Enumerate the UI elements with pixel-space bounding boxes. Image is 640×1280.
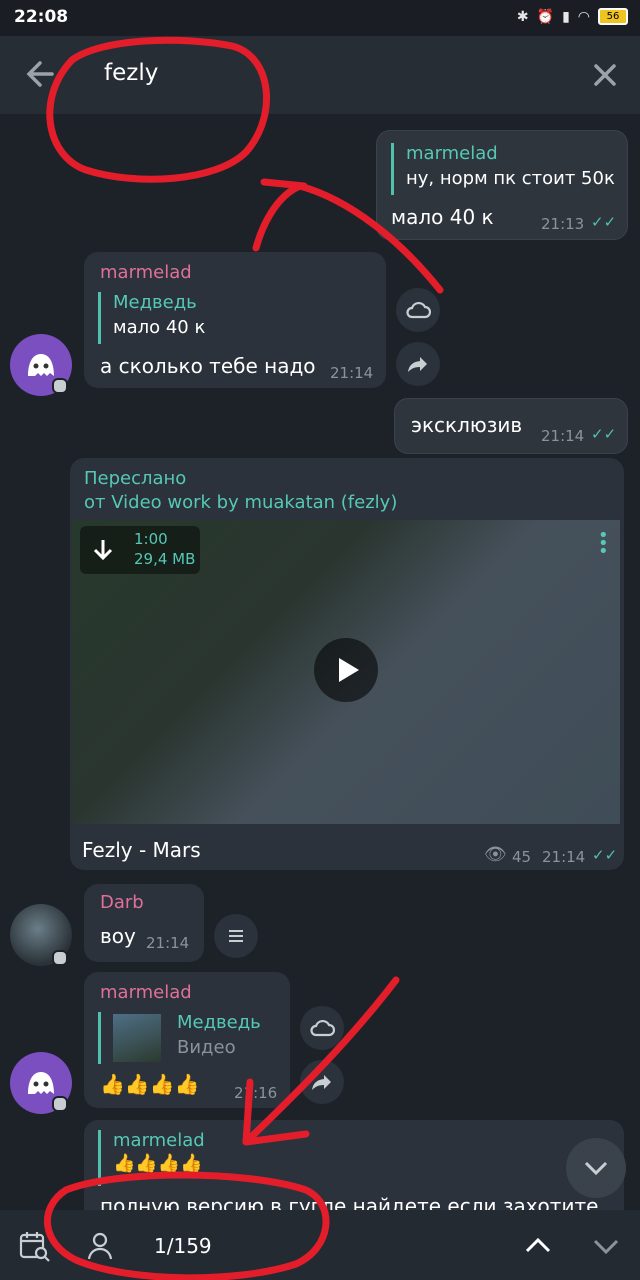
message-text: воу (100, 924, 136, 948)
online-status-dot (52, 1096, 68, 1112)
share-icon (408, 357, 427, 372)
close-icon[interactable] (590, 60, 620, 90)
search-input[interactable]: fezly (104, 60, 158, 86)
read-ticks-icon: ✓✓ (591, 425, 617, 443)
chevron-down-icon (584, 1161, 608, 1176)
reply-author: marmelad (113, 1130, 205, 1151)
wifi-icon: ◠ (577, 8, 590, 25)
reply-quote: Медведь мало 40 к (98, 292, 205, 344)
message-time: 21:14 (330, 364, 374, 382)
message-bubble-incoming[interactable]: marmelad Медведь мало 40 к а сколько теб… (84, 252, 386, 388)
reply-quote: marmelad ну, норм пк стоит 50к (391, 143, 615, 195)
reply-author: Медведь (177, 1012, 261, 1033)
more-options-icon[interactable]: • • • (598, 527, 609, 561)
message-text: а сколько тебе надо (100, 354, 316, 378)
message-time: 21:14 (146, 934, 190, 952)
view-count: 45 (512, 848, 532, 866)
read-ticks-icon: ✓✓ (591, 213, 617, 231)
message-time: 21:13 (541, 215, 585, 233)
video-size: 29,4 MB (134, 550, 196, 568)
search-result-counter: 1/159 (154, 1234, 212, 1258)
calendar-search-icon[interactable] (18, 1230, 50, 1262)
cloud-icon (406, 301, 431, 319)
message-author: marmelad (100, 982, 192, 1003)
reply-text: мало 40 к (113, 317, 206, 338)
message-bubble-incoming[interactable]: Darb воу 21:14 (84, 884, 204, 962)
message-time: 21:16 (234, 1084, 278, 1102)
chevron-up-icon[interactable] (524, 1236, 552, 1254)
download-badge[interactable]: 1:00 29,4 MB (80, 526, 200, 574)
reply-text: 👍👍👍👍 (113, 1153, 203, 1174)
forward-source[interactable]: от Video work by muakatan (fezly) (84, 492, 397, 513)
cloud-save-button[interactable] (396, 288, 440, 332)
menu-icon (229, 930, 243, 942)
video-preview[interactable]: 1:00 29,4 MB • • • (72, 520, 620, 824)
message-author: marmelad (100, 262, 192, 283)
cloud-save-button[interactable] (300, 1006, 344, 1050)
scroll-down-button[interactable] (566, 1138, 626, 1198)
reply-author: marmelad (406, 143, 498, 164)
video-duration: 1:00 (134, 530, 168, 548)
message-text: 👍👍👍👍 (100, 1072, 200, 1096)
message-time: 21:14 (541, 427, 585, 445)
eye-icon: 👁 (484, 844, 507, 865)
share-icon (312, 1075, 331, 1090)
message-text: мало 40 к (391, 205, 494, 229)
forward-label: Переслано (84, 468, 187, 489)
search-bar: fezly (0, 36, 640, 114)
share-button[interactable] (396, 342, 440, 386)
message-author: Darb (100, 892, 144, 913)
read-ticks-icon: ✓✓ (592, 846, 618, 864)
message-text: эксклюзив (411, 413, 523, 437)
status-time: 22:08 (14, 7, 69, 27)
reply-thumbnail (113, 1014, 161, 1062)
online-status-dot (52, 378, 68, 394)
play-button[interactable] (314, 638, 378, 702)
play-icon (339, 658, 359, 682)
video-caption: Fezly - Mars (82, 838, 201, 862)
reply-author: Медведь (113, 292, 197, 313)
signal-icon: ▮ (562, 8, 570, 25)
message-bubble-outgoing[interactable]: marmelad ну, норм пк стоит 50к мало 40 к… (376, 130, 628, 240)
reply-quote: marmelad 👍👍👍👍 (98, 1130, 205, 1186)
share-button[interactable] (300, 1060, 344, 1104)
online-status-dot (52, 950, 68, 966)
message-time: 21:14 (542, 848, 586, 866)
chevron-down-icon[interactable] (592, 1238, 620, 1256)
user-search-icon[interactable] (86, 1230, 118, 1262)
status-bar: 22:08 ✱ ⏰ ▮ ◠ 56 (0, 0, 640, 36)
cloud-icon (310, 1019, 335, 1037)
menu-button[interactable] (214, 914, 258, 958)
reply-quote: Медведь Видео (98, 1012, 261, 1064)
alarm-icon: ⏰ (536, 8, 555, 25)
battery-icon: 56 (598, 8, 628, 25)
search-navigation-bar: 1/159 (0, 1210, 640, 1280)
reply-text: Видео (177, 1037, 236, 1058)
message-bubble-incoming[interactable]: marmelad Медведь Видео 👍👍👍👍 21:16 (84, 972, 290, 1108)
back-arrow-icon[interactable] (22, 56, 58, 92)
bluetooth-icon: ✱ (516, 8, 529, 25)
message-bubble-outgoing[interactable]: эксклюзив 21:14 ✓✓ (394, 398, 628, 454)
reply-text: ну, норм пк стоит 50к (406, 168, 615, 189)
download-icon (93, 540, 113, 561)
